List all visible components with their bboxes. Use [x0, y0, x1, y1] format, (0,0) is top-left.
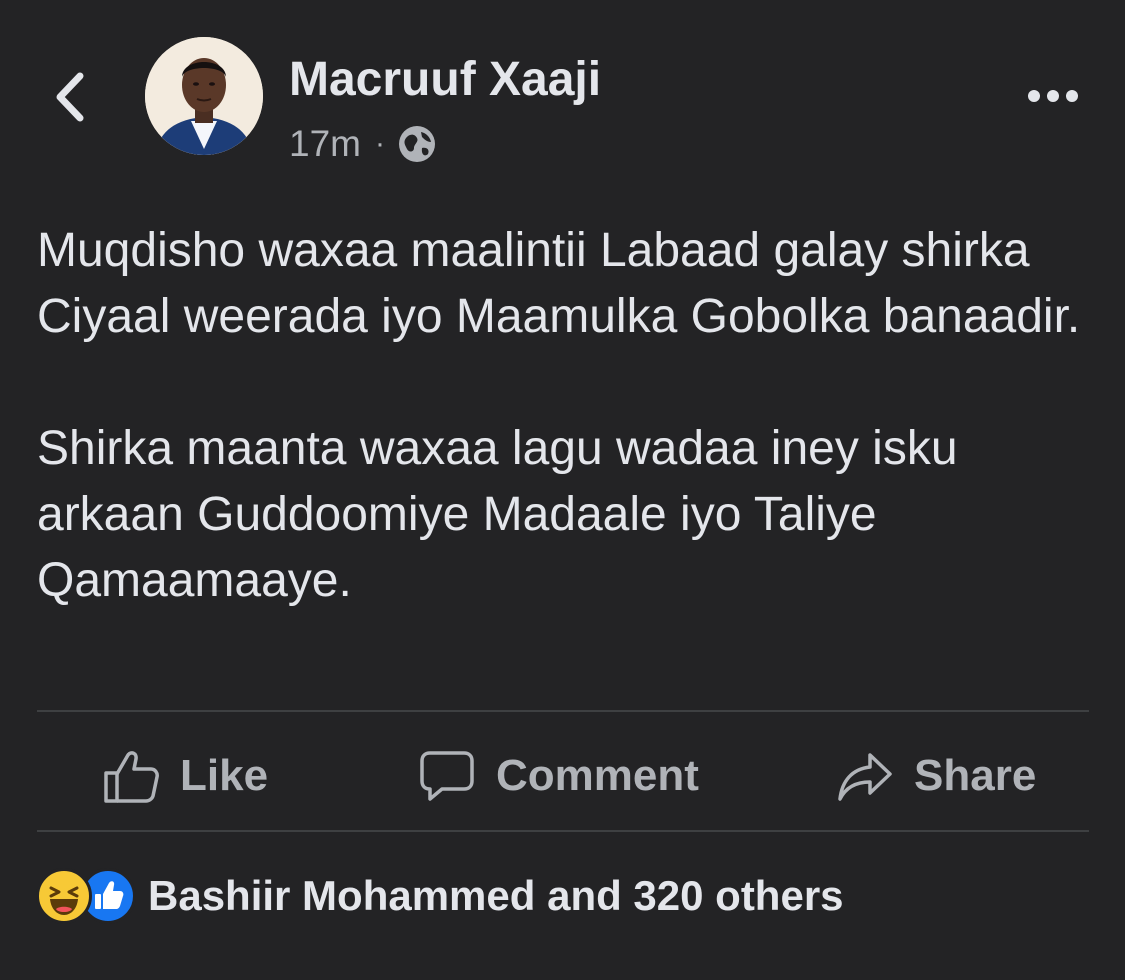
more-horizontal-icon: [1028, 90, 1078, 102]
author-name[interactable]: Macruuf Xaaji: [289, 50, 601, 110]
back-button[interactable]: [48, 70, 92, 124]
comment-button[interactable]: Comment: [418, 740, 699, 812]
post-meta: 17m ·: [289, 120, 437, 168]
more-options-button[interactable]: [1020, 78, 1086, 114]
share-label: Share: [914, 751, 1037, 800]
divider: [37, 830, 1089, 832]
thumbs-up-icon: [104, 751, 159, 803]
comment-bubble-icon: [420, 751, 474, 801]
share-button[interactable]: Share: [836, 740, 1036, 812]
post-text: Muqdisho waxaa maalintii Labaad galay sh…: [37, 218, 1097, 614]
meta-separator: ·: [374, 127, 385, 160]
post-paragraph: Shirka maanta waxaa lagu wadaa iney isku…: [37, 422, 958, 607]
reactions-text[interactable]: Bashiir Mohammed and 320 others: [148, 872, 844, 920]
comment-label: Comment: [496, 751, 699, 800]
haha-icon: [36, 868, 92, 924]
like-label: Like: [180, 751, 269, 800]
like-button[interactable]: Like: [102, 740, 268, 812]
chevron-left-icon: [56, 72, 84, 122]
share-arrow-icon: [838, 753, 892, 801]
post-paragraph: Muqdisho waxaa maalintii Labaad galay sh…: [37, 224, 1081, 343]
divider: [37, 710, 1089, 712]
globe-icon: [397, 124, 437, 164]
post-time: 17m: [289, 123, 361, 164]
author-avatar[interactable]: [145, 37, 263, 155]
reactions-summary[interactable]: Bashiir Mohammed and 320 others: [36, 866, 844, 926]
